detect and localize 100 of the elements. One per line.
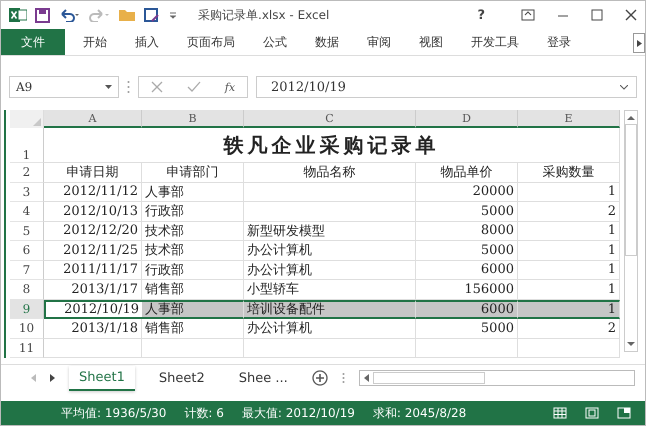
table-cell: 行政部 (142, 202, 244, 222)
table-cell: 5000 (416, 319, 518, 338)
save-as-icon[interactable] (144, 8, 160, 22)
status-text: 平均值: 1936/5/30 (61, 404, 166, 422)
scroll-left-icon[interactable] (364, 374, 369, 382)
table-header-cell: 申请部门 (142, 163, 244, 182)
table-header-cell: 物品单价 (416, 163, 518, 182)
scroll-up-icon[interactable] (627, 115, 635, 120)
scroll-down-icon[interactable] (627, 342, 635, 347)
table-cell: 行政部 (142, 260, 244, 280)
status-text: 求和: 2045/8/28 (372, 404, 466, 422)
table-cell: 2011/11/17 (44, 260, 142, 280)
close-icon[interactable] (625, 9, 637, 21)
table-cell: 2013/1/17 (44, 280, 142, 300)
row-header[interactable]: 7 (10, 260, 44, 280)
table-cell: 1 (518, 300, 620, 319)
sheet-tab[interactable]: Shee ... (228, 366, 298, 390)
column-header[interactable]: E (518, 110, 620, 128)
ribbon-tab[interactable]: 页面布局 (173, 29, 249, 55)
table-cell: 5000 (416, 202, 518, 222)
table-cell: 2012/11/12 (44, 182, 142, 202)
maximize-icon[interactable] (591, 9, 603, 21)
table-cell: 6000 (416, 300, 518, 319)
table-cell: 2 (518, 202, 620, 222)
file-tab[interactable]: 文件 (1, 29, 65, 55)
help-button[interactable]: ? (477, 8, 485, 22)
table-cell: 1 (518, 222, 620, 241)
table-cell: 2012/11/25 (44, 241, 142, 260)
table-cell: 1 (518, 241, 620, 260)
save-icon[interactable] (35, 8, 50, 22)
table-cell: 人事部 (142, 300, 244, 319)
table-cell: 新型研发模型 (244, 222, 416, 241)
table-cell: 1 (518, 260, 620, 280)
column-header[interactable]: B (142, 110, 244, 128)
column-header[interactable]: C (244, 110, 416, 128)
status-text: 计数: 6 (184, 404, 224, 422)
row-header[interactable]: 5 (10, 222, 44, 241)
row-header[interactable]: 3 (10, 182, 44, 202)
table-cell: 20000 (416, 182, 518, 202)
table-cell: 办公计算机 (244, 241, 416, 260)
table-cell: 技术部 (142, 222, 244, 241)
ribbon-tab[interactable]: 开始 (69, 29, 121, 55)
ribbon-display-icon[interactable] (521, 9, 535, 21)
vertical-scrollbar[interactable] (624, 110, 638, 352)
ribbon-tab[interactable]: 审阅 (353, 29, 405, 55)
column-header[interactable]: A (44, 110, 142, 128)
table-cell: 2012/10/13 (44, 202, 142, 222)
row-header[interactable]: 8 (10, 280, 44, 300)
check-icon[interactable] (186, 81, 201, 93)
add-sheet-icon[interactable] (312, 370, 328, 386)
triangle-icon (33, 118, 41, 126)
page-break-icon[interactable] (617, 407, 631, 419)
row-header[interactable]: 2 (10, 163, 44, 182)
table-header-cell: 物品名称 (244, 163, 416, 182)
table-cell: 人事部 (142, 182, 244, 202)
ribbon-tab[interactable]: 登录 (533, 29, 585, 55)
table-cell: 办公计算机 (244, 319, 416, 338)
ribbon-tab[interactable]: 插入 (121, 29, 173, 55)
normal-view-icon[interactable] (553, 407, 567, 419)
row-header[interactable]: 10 (10, 319, 44, 338)
row-header[interactable]: 11 (10, 338, 44, 358)
scroll-right-icon[interactable] (50, 374, 55, 382)
ribbon-tab[interactable]: 数据 (301, 29, 353, 55)
sheet-tab[interactable]: Sheet1 (69, 366, 135, 390)
table-cell: 技术部 (142, 241, 244, 260)
sheet-tab[interactable]: Sheet2 (148, 366, 215, 390)
table-cell: 销售部 (142, 319, 244, 338)
status-text: 最大值: 2012/10/19 (242, 404, 355, 422)
table-cell: 2013/1/18 (44, 319, 142, 338)
ribbon-tab[interactable]: 开发工具 (457, 29, 533, 55)
table-cell: 2 (518, 319, 620, 338)
excel-logo-icon (9, 7, 27, 23)
table-cell: 2012/12/20 (44, 222, 142, 241)
grip-icon (127, 80, 130, 94)
insert-function-button[interactable]: fx (224, 80, 236, 94)
expand-icon[interactable] (620, 84, 628, 90)
table-header-cell: 申请日期 (44, 163, 142, 182)
row-header[interactable]: 6 (10, 241, 44, 260)
table-cell: 5000 (416, 241, 518, 260)
ribbon-tab[interactable]: 公式 (249, 29, 301, 55)
right-arrow-icon (636, 40, 642, 46)
row-header[interactable]: 4 (10, 202, 44, 222)
ribbon-scroll-button[interactable] (633, 33, 645, 53)
table-cell: 1 (518, 182, 620, 202)
ribbon-tab[interactable]: 视图 (405, 29, 457, 55)
table-cell: 办公计算机 (244, 260, 416, 280)
table-cell: 8000 (416, 222, 518, 241)
grip-icon (342, 372, 345, 384)
name-box[interactable]: A9 (9, 76, 119, 98)
column-header[interactable]: D (416, 110, 518, 128)
formula-field[interactable]: 2012/10/19 (256, 76, 637, 98)
dropdown-icon[interactable] (105, 85, 112, 89)
row-header[interactable]: 9 (10, 300, 44, 319)
sheet-title: 轶凡企业采购记录单 (224, 132, 440, 158)
page-layout-icon[interactable] (585, 407, 599, 419)
window-title: 采购记录单.xlsx - Excel (198, 6, 330, 24)
table-header-cell: 采购数量 (518, 163, 620, 182)
row-header[interactable]: 1 (10, 128, 44, 163)
table-cell: 6000 (416, 260, 518, 280)
horizontal-scrollbar[interactable] (358, 370, 635, 386)
